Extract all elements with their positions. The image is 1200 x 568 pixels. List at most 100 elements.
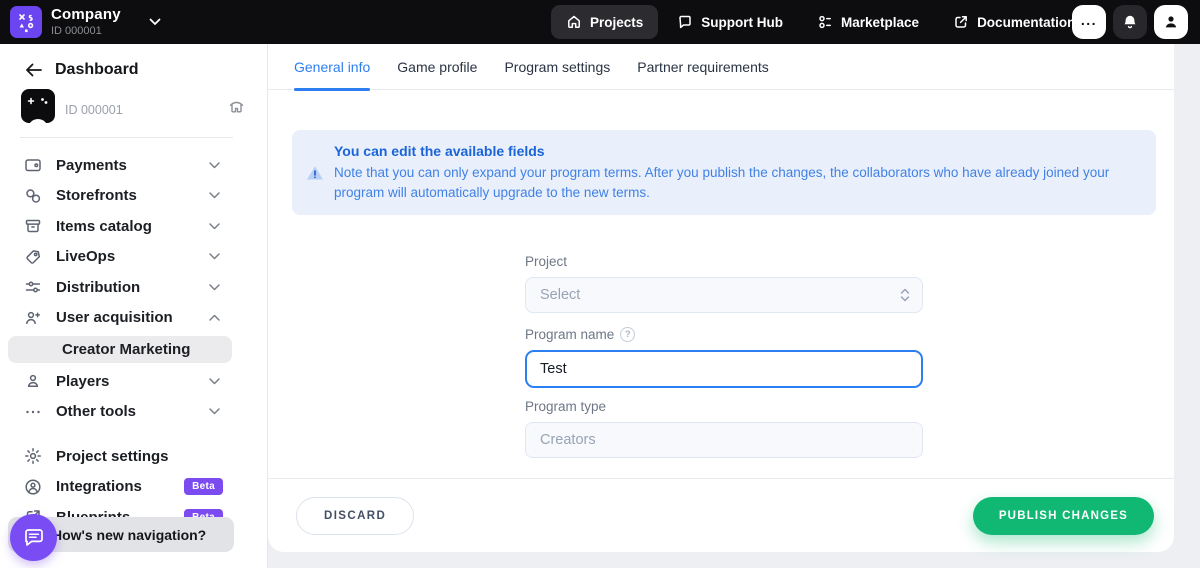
beta-badge: Beta [184,478,223,495]
nav-label: Support Hub [701,15,783,30]
company-chevron-down-icon[interactable] [149,18,161,26]
sidebar-item-players[interactable]: Players [0,366,267,397]
notifications-button[interactable] [1113,5,1147,39]
info-banner-text: You can edit the available fields Note t… [334,143,1140,202]
marketplace-icon [817,14,833,30]
sidebar-menu: Payments Storefronts Items catalog [0,144,267,533]
project-select[interactable]: Select [525,277,923,313]
nav-documentation[interactable]: Documentation [938,5,1090,39]
info-banner-title: You can edit the available fields [334,143,1140,159]
program-form: Project Select Program name ? Program ty… [525,254,923,458]
sidebar-item-user-acquisition[interactable]: User acquisition [0,303,267,334]
sidebar-item-storefronts[interactable]: Storefronts [0,181,267,212]
sidebar-item-other-tools[interactable]: Other tools [0,397,267,428]
dots-icon [24,403,42,421]
chevron-down-icon [205,284,223,291]
nav-label: Marketplace [841,15,919,30]
chevron-down-icon [205,408,223,415]
box-icon [24,217,42,235]
project-name [65,95,228,103]
field-program-name: Program name ? [525,327,923,388]
form-footer: DISCARD PUBLISH CHANGES [268,478,1174,552]
main-content: General info Game profile Program settin… [268,44,1174,552]
chevron-down-icon [205,223,223,230]
card-icon [24,156,42,174]
sidebar-item-liveops[interactable]: LiveOps [0,242,267,273]
banner-text: How's new navigation? [52,527,206,543]
select-updown-icon [900,288,910,302]
program-type-label: Program type [525,399,923,414]
sidebar-item-items-catalog[interactable]: Items catalog [0,211,267,242]
company-id: ID 000001 [51,25,121,37]
discard-button[interactable]: DISCARD [296,497,414,535]
warning-triangle-icon [306,144,324,202]
nav-label: Projects [590,15,643,30]
nav-label: Documentation [977,15,1075,30]
nav-projects[interactable]: Projects [551,5,658,39]
external-link-icon [953,14,969,30]
sliders-icon [24,278,42,296]
back-to-dashboard[interactable]: Dashboard [0,44,267,85]
tab-program-settings[interactable]: Program settings [504,44,610,89]
ellipsis-icon: ... [1081,12,1097,28]
tab-game-profile[interactable]: Game profile [397,44,477,89]
tab-bar: General info Game profile Program settin… [268,44,1174,90]
help-icon[interactable]: ? [620,327,635,342]
project-id: ID 000001 [65,103,228,118]
chevron-down-icon [205,253,223,260]
chat-icon [677,14,693,30]
top-nav: Projects Support Hub Marketplace Documen… [551,0,1090,44]
company-logo-icon[interactable] [10,6,42,38]
sidebar-item-payments[interactable]: Payments [0,150,267,181]
chat-fab-button[interactable] [10,514,57,561]
tab-general-info[interactable]: General info [294,44,370,89]
back-arrow-icon [25,63,42,77]
program-name-input[interactable] [525,350,923,388]
tag-icon [24,248,42,266]
chevron-up-icon [205,314,223,321]
topbar-actions: ... [1072,5,1188,39]
bell-icon [1122,14,1138,31]
sidebar: Dashboard ID 000001 Payments [0,44,268,568]
nav-marketplace[interactable]: Marketplace [802,5,934,39]
project-select-placeholder: Select [540,287,580,303]
company-block[interactable]: Company ID 000001 [51,7,121,37]
program-name-label-row: Program name ? [525,327,923,342]
nav-support-hub[interactable]: Support Hub [662,5,798,39]
tab-partner-requirements[interactable]: Partner requirements [637,44,769,89]
chevron-down-icon [205,378,223,385]
project-label: Project [525,254,923,269]
program-type-placeholder: Creators [540,432,596,448]
topbar: Company ID 000001 Projects Support Hub M… [0,0,1200,44]
chevron-down-icon [205,162,223,169]
more-options-button[interactable]: ... [1072,5,1106,39]
info-banner-body: Note that you can only expand your progr… [334,163,1140,202]
program-type-input: Creators [525,422,923,458]
sidebar-item-integrations[interactable]: Integrations Beta [0,472,267,503]
user-icon [24,372,42,390]
project-home-icon[interactable] [228,98,245,114]
chevron-down-icon [205,192,223,199]
sidebar-item-distribution[interactable]: Distribution [0,272,267,303]
publish-changes-button[interactable]: PUBLISH CHANGES [973,497,1154,535]
gear-icon [24,447,42,465]
logo-glyphs-icon [10,6,42,38]
project-switcher[interactable]: ID 000001 [0,85,267,135]
gamepad-icon [21,89,55,123]
field-program-type: Program type Creators [525,399,923,458]
sidebar-divider [20,137,233,138]
integration-icon [24,478,42,496]
project-avatar [21,89,55,123]
account-button[interactable] [1154,5,1188,39]
program-name-label: Program name [525,327,614,342]
chat-bubble-icon [23,528,45,548]
field-project: Project Select [525,254,923,313]
menu-gap [0,427,267,441]
company-name: Company [51,7,121,24]
info-banner: You can edit the available fields Note t… [292,130,1156,215]
person-icon [1163,14,1179,30]
user-plus-icon [24,309,42,327]
sidebar-item-creator-marketing[interactable]: Creator Marketing [8,336,232,363]
sidebar-item-project-settings[interactable]: Project settings [0,441,267,472]
project-meta: ID 000001 [65,95,228,118]
